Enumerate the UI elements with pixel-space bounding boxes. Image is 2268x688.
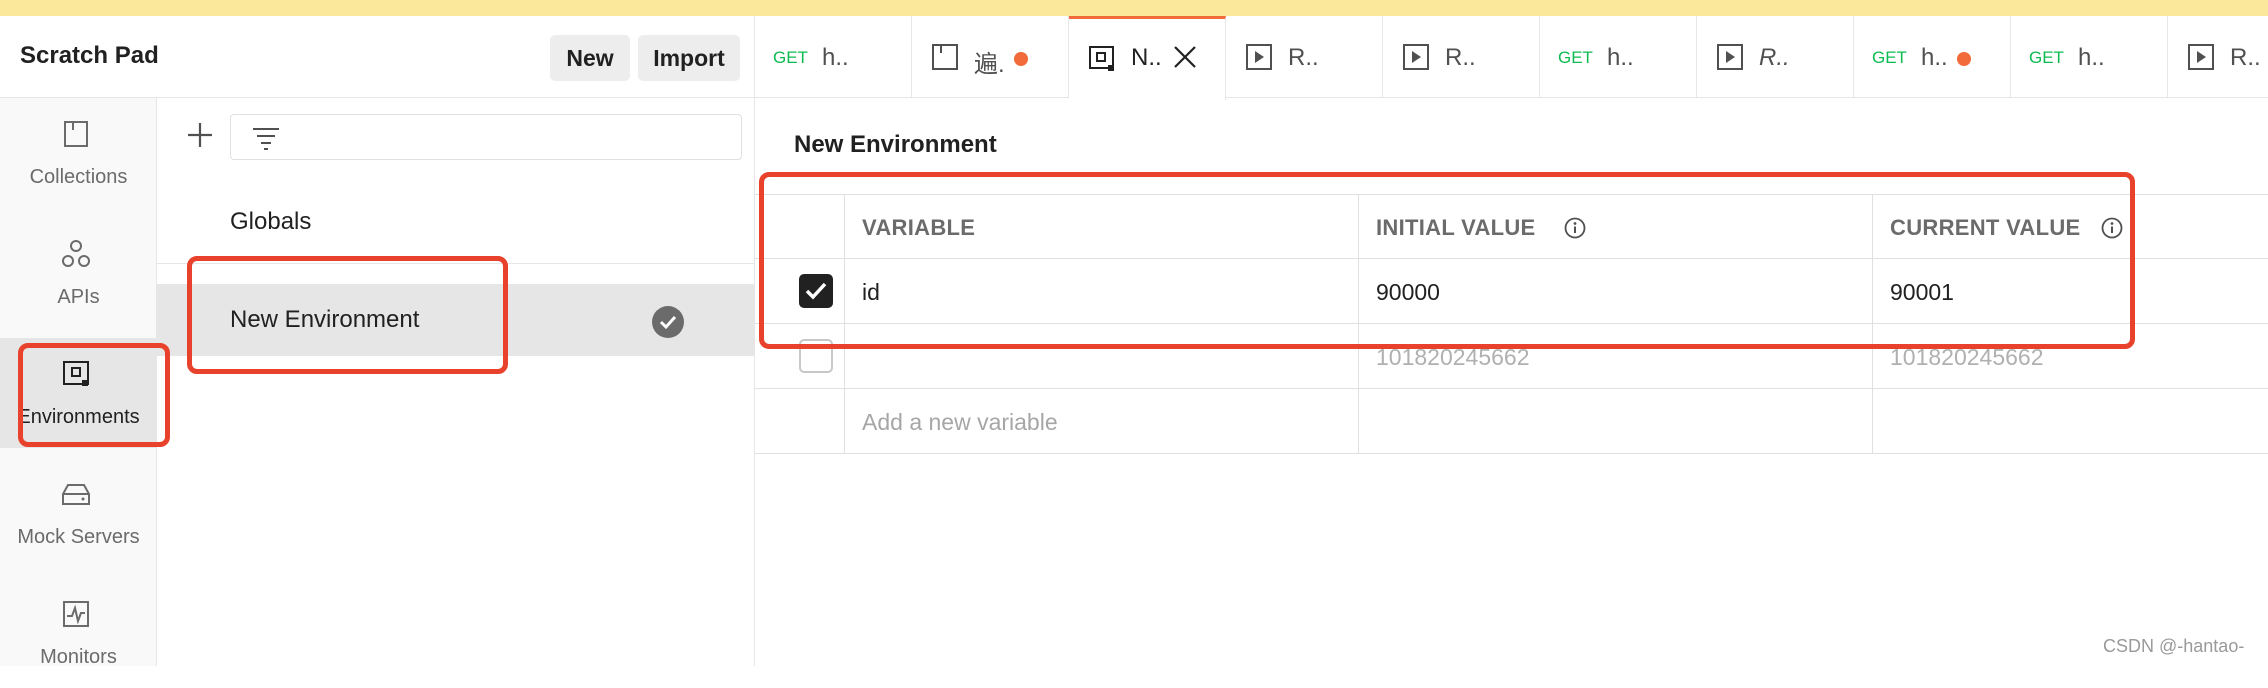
- tab-runner[interactable]: R..: [1697, 16, 1854, 98]
- method-label: GET: [2029, 48, 2064, 67]
- filter-input[interactable]: [230, 114, 742, 160]
- tab-title: R..: [1445, 44, 1476, 71]
- sidebar-item-collections[interactable]: Collections: [0, 98, 157, 208]
- tab-request[interactable]: GET h..: [2011, 16, 2168, 98]
- tab-title: h..: [2078, 44, 2105, 71]
- method-label: GET: [1872, 48, 1907, 67]
- add-variable-row: Add a new variable: [755, 389, 2268, 454]
- checkbox-cell: [755, 389, 845, 454]
- sidebar-item-label: Collections: [29, 166, 128, 188]
- unsaved-dot-icon: [1014, 52, 1028, 66]
- active-environment-check-icon[interactable]: [652, 306, 684, 338]
- collection-icon: [932, 44, 958, 70]
- watermark: CSDN @-hantao-: [2103, 636, 2245, 656]
- highlight-variable-row: [759, 172, 2135, 349]
- add-variable-placeholder: Add a new variable: [862, 409, 1058, 435]
- import-button[interactable]: Import: [638, 35, 740, 81]
- environment-item-globals[interactable]: Globals: [157, 184, 755, 264]
- monitors-icon: [63, 601, 89, 627]
- runner-icon: [2188, 44, 2214, 70]
- method-label: GET: [1558, 48, 1593, 67]
- initial-value-cell[interactable]: [1359, 389, 1873, 454]
- tab-title: h..: [822, 44, 849, 71]
- tab-request[interactable]: GET h..: [1540, 16, 1697, 98]
- apis-icon: [62, 240, 90, 267]
- tab-title: R..: [1288, 44, 1319, 71]
- tab-runner[interactable]: R..: [1383, 16, 1540, 98]
- tab-title: h..: [1921, 44, 1948, 71]
- environment-label: Globals: [230, 208, 312, 235]
- sidebar-item-mock-servers[interactable]: Mock Servers: [0, 458, 157, 568]
- environment-icon: [1089, 46, 1114, 71]
- tab-title: R..: [1759, 44, 1790, 71]
- tab-runner[interactable]: R..: [1226, 16, 1383, 98]
- tab-new-environment[interactable]: N..: [1069, 16, 1226, 100]
- environment-list-panel: Globals New Environment: [157, 98, 755, 666]
- sidebar-item-label: APIs: [57, 286, 100, 308]
- sidebar-item-monitors[interactable]: Monitors: [0, 578, 157, 688]
- tab-request[interactable]: GET h..: [755, 16, 912, 98]
- tab-title: 遍.: [974, 51, 1005, 78]
- tab-title: N..: [1131, 44, 1162, 71]
- runner-icon: [1717, 44, 1743, 70]
- tab-bar: GET h.. 遍. N.. R.. R.. GET h.. R.. GET h…: [755, 16, 2268, 100]
- add-variable-cell[interactable]: Add a new variable: [845, 389, 1359, 454]
- tab-title: R..: [2230, 44, 2261, 71]
- tab-request[interactable]: GET h..: [1854, 16, 2011, 98]
- highlight-environments-rail: [18, 343, 170, 447]
- unsaved-dot-icon: [1957, 52, 1971, 66]
- filter-icon: [253, 128, 279, 150]
- sidebar-item-apis[interactable]: APIs: [0, 218, 157, 328]
- workspace-title: Scratch Pad: [20, 42, 159, 69]
- tab-collection[interactable]: 遍.: [912, 16, 1069, 98]
- runner-icon: [1403, 44, 1429, 70]
- mock-servers-icon: [62, 484, 90, 505]
- sidebar-item-label: Mock Servers: [17, 526, 140, 548]
- current-value-cell[interactable]: [1873, 389, 2268, 454]
- top-banner: [0, 0, 2268, 16]
- method-label: GET: [773, 48, 808, 67]
- tab-runner[interactable]: R..: [2168, 16, 2268, 98]
- close-icon[interactable]: [1172, 44, 1198, 70]
- environment-title[interactable]: New Environment: [794, 131, 997, 159]
- new-button[interactable]: New: [550, 35, 630, 81]
- tab-title: h..: [1607, 44, 1634, 71]
- add-environment-icon[interactable]: [185, 120, 215, 150]
- collections-icon: [64, 121, 88, 147]
- highlight-new-environment: [187, 256, 508, 374]
- workspace-header: Scratch Pad New Import: [0, 16, 755, 98]
- runner-icon: [1246, 44, 1272, 70]
